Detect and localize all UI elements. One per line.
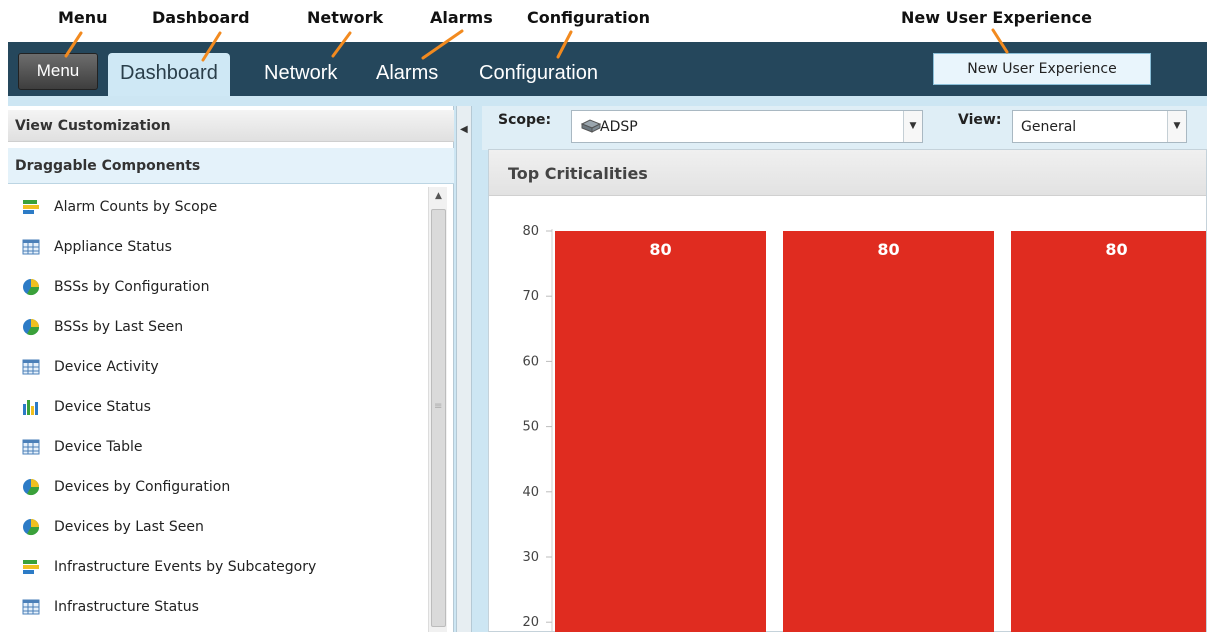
tab-network[interactable]: Network <box>252 53 349 96</box>
list-item-label: BSSs by Configuration <box>54 279 210 295</box>
new-user-experience-button[interactable]: New User Experience <box>933 53 1151 85</box>
top-criticalities-panel: Top Criticalities 20 30 40 50 60 70 80 80 80 80 <box>488 149 1207 632</box>
scroll-thumb[interactable]: ≡ <box>431 209 446 627</box>
table-icon <box>22 599 40 615</box>
sidebar: View Customization Draggable Components … <box>8 106 454 632</box>
collapse-left-icon: ◀ <box>460 124 468 135</box>
callout-dashboard: Dashboard <box>152 8 250 27</box>
list-item-label: Devices by Last Seen <box>54 519 204 535</box>
table-icon <box>22 439 40 455</box>
pie-chart-icon <box>23 319 40 336</box>
view-customization-header[interactable]: View Customization <box>8 110 454 142</box>
component-list: Alarm Counts by Scope Appliance Status B… <box>8 187 428 632</box>
scope-label: Scope: <box>498 112 552 128</box>
y-tick-label: 80 <box>522 224 539 239</box>
server-icon <box>580 119 602 133</box>
y-tick-label: 30 <box>522 550 539 565</box>
hbar-chart-icon <box>23 200 39 214</box>
tab-alarms[interactable]: Alarms <box>364 53 450 96</box>
y-tick-label: 20 <box>522 615 539 630</box>
bar-data-label: 80 <box>1105 240 1127 259</box>
scope-select[interactable]: ADSP ▼ <box>571 110 923 143</box>
scope-value: ADSP <box>600 119 638 135</box>
list-item-appliance-status[interactable]: Appliance Status <box>8 227 428 267</box>
list-item-label: BSSs by Last Seen <box>54 319 184 335</box>
list-item-device-activity[interactable]: Device Activity <box>8 347 428 387</box>
table-icon <box>22 239 40 255</box>
grip-icon: ≡ <box>434 401 443 412</box>
list-item-label: Infrastructure Events by Subcategory <box>54 559 317 575</box>
bar-chart-icon <box>23 400 38 415</box>
list-item-alarm-counts-by-scope[interactable]: Alarm Counts by Scope <box>8 187 428 227</box>
sidebar-scrollbar[interactable]: ▲ ≡ <box>428 187 447 632</box>
table-icon <box>22 359 40 375</box>
bar-data-label: 80 <box>877 240 899 259</box>
list-item-label: Device Status <box>54 399 151 415</box>
callout-network: Network <box>307 8 384 27</box>
pie-chart-icon <box>23 479 40 496</box>
bar[interactable] <box>783 231 994 632</box>
pie-chart-icon <box>23 279 40 296</box>
sidebar-collapse-handle[interactable]: ◀ <box>456 106 472 632</box>
y-tick-label: 60 <box>522 354 539 369</box>
view-value: General <box>1021 119 1077 135</box>
tab-dashboard[interactable]: Dashboard <box>108 53 230 96</box>
scroll-up-arrow-icon[interactable]: ▲ <box>429 187 448 205</box>
hbar-chart-icon <box>23 560 39 574</box>
list-item-devices-by-configuration[interactable]: Devices by Configuration <box>8 467 428 507</box>
list-item-bsss-by-last-seen[interactable]: BSSs by Last Seen <box>8 307 428 347</box>
callout-alarms: Alarms <box>430 8 493 27</box>
list-item-label: Infrastructure Status <box>54 599 199 615</box>
view-label: View: <box>958 112 1002 128</box>
tab-configuration[interactable]: Configuration <box>467 53 610 96</box>
top-navbar: Menu Dashboard Network Alarms Configurat… <box>8 42 1207 96</box>
list-item-label: Devices by Configuration <box>54 479 231 495</box>
list-item-bsss-by-configuration[interactable]: BSSs by Configuration <box>8 267 428 307</box>
y-tick-label: 50 <box>522 420 539 435</box>
list-item-devices-by-last-seen[interactable]: Devices by Last Seen <box>8 507 428 547</box>
chevron-down-icon[interactable]: ▼ <box>1167 111 1186 142</box>
callout-configuration: Configuration <box>527 8 651 27</box>
list-item-infrastructure-events-by-subcategory[interactable]: Infrastructure Events by Subcategory <box>8 547 428 587</box>
y-tick-label: 40 <box>522 485 539 500</box>
bar[interactable] <box>555 231 766 632</box>
list-item-infrastructure-status[interactable]: Infrastructure Status <box>8 587 428 627</box>
view-select[interactable]: General ▼ <box>1012 110 1187 143</box>
list-item-device-status[interactable]: Device Status <box>8 387 428 427</box>
panel-header: Top Criticalities <box>489 150 1206 196</box>
callout-menu: Menu <box>58 8 108 27</box>
content-area: View Customization Draggable Components … <box>8 96 1207 632</box>
bar-data-label: 80 <box>649 240 671 259</box>
menu-button[interactable]: Menu <box>18 53 98 90</box>
panel-title: Top Criticalities <box>508 164 648 183</box>
bar[interactable] <box>1011 231 1206 632</box>
list-item-label: Device Activity <box>54 359 159 375</box>
callout-new-user-experience: New User Experience <box>901 8 1092 27</box>
list-item-label: Device Table <box>54 439 143 455</box>
pie-chart-icon <box>23 519 40 536</box>
dashboard-toolbar: Scope: ADSP ▼ View: General ▼ <box>482 106 1207 150</box>
chevron-down-icon[interactable]: ▼ <box>903 111 922 142</box>
list-item-device-table[interactable]: Device Table <box>8 427 428 467</box>
list-item-label: Alarm Counts by Scope <box>54 199 218 215</box>
list-item-label: Appliance Status <box>54 239 172 255</box>
y-tick-label: 70 <box>522 289 539 304</box>
top-criticalities-chart: 20 30 40 50 60 70 80 80 80 80 <box>522 224 1206 632</box>
draggable-components-header[interactable]: Draggable Components <box>8 148 454 184</box>
